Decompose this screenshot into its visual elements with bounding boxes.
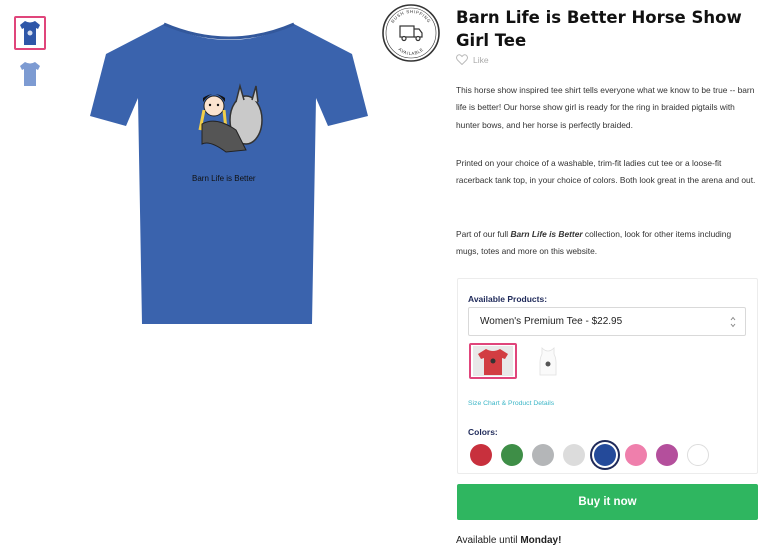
- like-button[interactable]: Like: [456, 54, 489, 65]
- selected-product: Women's Premium Tee - $22.95: [480, 316, 623, 327]
- thumbnail-back[interactable]: [14, 57, 46, 91]
- color-swatch[interactable]: [532, 444, 554, 466]
- product-option-tee[interactable]: [469, 343, 517, 379]
- color-swatch[interactable]: [563, 444, 585, 466]
- description-paragraph-3: Part of our full Barn Life is Better col…: [456, 229, 732, 257]
- availability-day: Monday!: [520, 535, 562, 546]
- white-tank-icon: [539, 347, 557, 376]
- colors-label: Colors:: [468, 427, 498, 437]
- select-arrows-icon: [730, 316, 736, 328]
- red-tee-icon: [473, 346, 513, 376]
- size-chart-link[interactable]: Size Chart & Product Details: [468, 400, 554, 407]
- products-label: Available Products:: [468, 294, 548, 304]
- buy-it-now-button[interactable]: Buy it now: [457, 484, 758, 520]
- color-swatch[interactable]: [594, 444, 616, 466]
- like-label: Like: [473, 54, 489, 65]
- color-swatch[interactable]: [470, 444, 492, 466]
- rush-shipping-badge: RUSH SHIPPING AVAILABLE: [382, 4, 440, 62]
- tee-thumbnail-icon: [20, 62, 40, 86]
- product-option-tank[interactable]: [524, 343, 572, 379]
- availability-text: Available until Monday!: [456, 535, 562, 546]
- thumbnail-front[interactable]: [14, 16, 46, 50]
- product-select[interactable]: Women's Premium Tee - $22.95: [468, 307, 746, 336]
- description-paragraph-2: Printed on your choice of a washable, tr…: [456, 158, 756, 186]
- product-image: Barn Life is Better: [90, 22, 368, 324]
- heart-icon: [456, 54, 468, 65]
- tee-thumbnail-icon: [20, 21, 40, 45]
- shirt-text: Barn Life is Better: [192, 174, 256, 183]
- color-swatch[interactable]: [625, 444, 647, 466]
- description-paragraph-1: This horse show inspired tee shirt tells…: [456, 85, 755, 130]
- color-swatch[interactable]: [501, 444, 523, 466]
- product-title: Barn Life is Better Horse Show Girl Tee: [456, 8, 742, 50]
- color-swatch[interactable]: [687, 444, 709, 466]
- collection-name: Barn Life is Better: [510, 229, 583, 239]
- color-swatch[interactable]: [656, 444, 678, 466]
